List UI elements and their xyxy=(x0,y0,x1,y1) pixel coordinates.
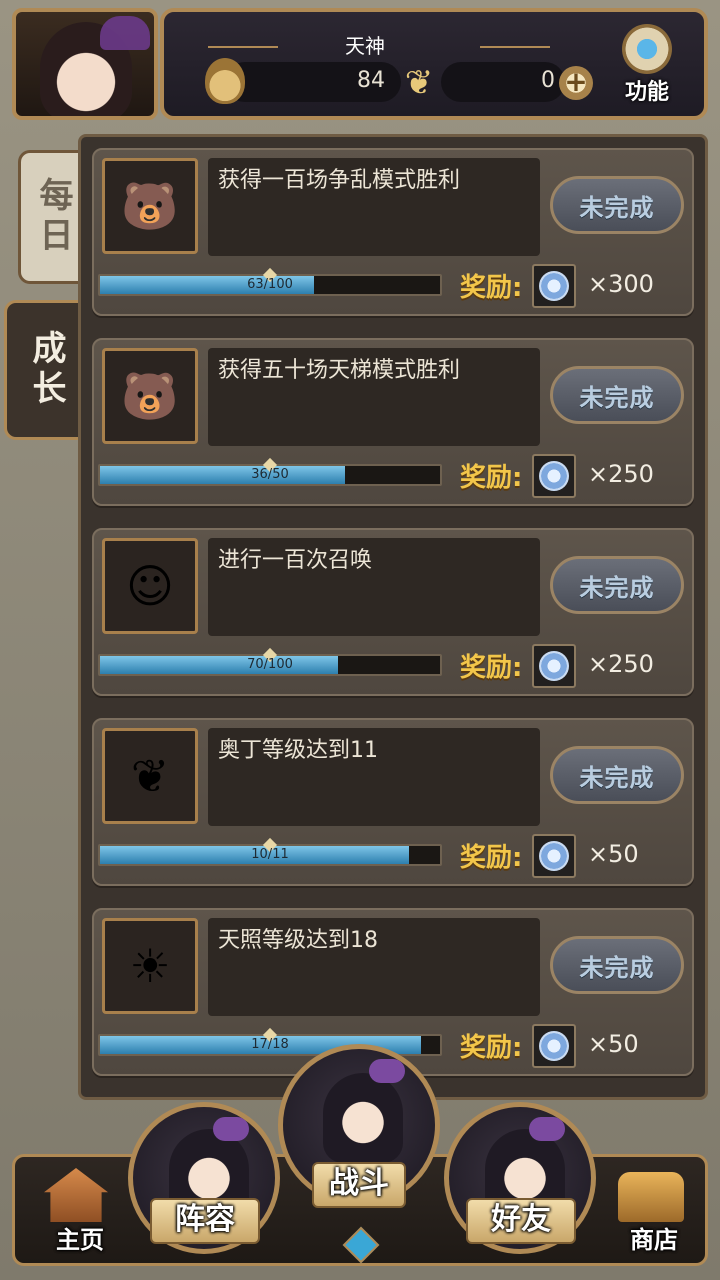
sun-creature-icon: ☀ xyxy=(102,918,198,1014)
quest-status-button[interactable]: 未完成 xyxy=(550,746,684,804)
quest-icon-glyph: ❦ xyxy=(130,749,170,803)
quest-reward-amount: ×300 xyxy=(588,270,654,298)
quest-description-box: 天照等级达到18 xyxy=(208,918,540,1016)
nav-shop-button[interactable]: 商店 xyxy=(604,1168,704,1268)
quest-reward-label: 奖励: xyxy=(460,273,523,303)
quest-description: 天照等级达到18 xyxy=(218,928,378,953)
three-bears-icon: 🐻 xyxy=(102,348,198,444)
quest-reward-label: 奖励: xyxy=(460,1033,523,1063)
quest-progress-bar: 70/100 xyxy=(98,647,442,676)
tab-growth[interactable]: 成长 xyxy=(4,300,86,440)
gear-icon xyxy=(622,24,672,74)
main-currency-value: 84 xyxy=(357,68,385,93)
quest-status-button[interactable]: 未完成 xyxy=(550,936,684,994)
quest-status-label: 未完成 xyxy=(579,573,655,602)
quest-progress-bar: 10/11 xyxy=(98,837,442,866)
header: 天神 84 ❦ 0 + 功能 xyxy=(0,0,720,130)
quest-status-label: 未完成 xyxy=(579,953,655,982)
quest-reward-label: 奖励: xyxy=(460,463,523,493)
quest-status-label: 未完成 xyxy=(579,383,655,412)
quest-description: 获得五十场天梯模式胜利 xyxy=(218,358,461,383)
quest-reward-label: 奖励: xyxy=(460,653,523,683)
house-icon xyxy=(44,1168,108,1222)
nav-friends-label[interactable]: 好友 xyxy=(466,1198,576,1244)
quest-description: 进行一百次召唤 xyxy=(218,548,373,573)
rank-divider-right xyxy=(480,46,550,48)
butterfly-icon: ❦ xyxy=(404,63,434,103)
currency-row: 84 ❦ 0 + xyxy=(205,58,605,104)
quest-description: 奥丁等级达到11 xyxy=(218,738,378,763)
quest-progress-bar: 63/100 xyxy=(98,267,442,296)
flame-coin-icon xyxy=(205,58,245,104)
quest-status-button[interactable]: 未完成 xyxy=(550,176,684,234)
quest-description: 获得一百场争乱模式胜利 xyxy=(218,168,461,193)
nav-battle-label[interactable]: 战斗 xyxy=(312,1162,406,1208)
quest-description-box: 进行一百次召唤 xyxy=(208,538,540,636)
team-bow xyxy=(213,1117,249,1141)
friends-bow xyxy=(529,1117,565,1141)
blue-coin-icon xyxy=(532,1024,576,1068)
nav-team-label[interactable]: 阵容 xyxy=(150,1198,260,1244)
quest-row: 🐻 获得一百场争乱模式胜利 未完成 63/100 奖励: ×300 xyxy=(92,148,694,316)
quest-reward-amount: ×50 xyxy=(588,840,639,868)
quest-progress-text: 63/100 xyxy=(247,277,293,292)
blue-coin-icon xyxy=(532,834,576,878)
nav-home-button[interactable]: 主页 xyxy=(30,1168,130,1268)
function-label: 功能 xyxy=(624,80,669,105)
quest-progress-text: 70/100 xyxy=(247,657,293,672)
blue-coin-icon xyxy=(532,644,576,688)
quest-row: ❦ 奥丁等级达到11 未完成 10/11 奖励: ×50 xyxy=(92,718,694,886)
treasure-chest-icon xyxy=(618,1172,684,1222)
quest-reward-amount: ×250 xyxy=(588,650,654,678)
quest-row: 🐻 获得五十场天梯模式胜利 未完成 36/50 奖励: ×250 xyxy=(92,338,694,506)
tab-daily[interactable]: 每日 xyxy=(18,150,86,284)
quest-progress-bar: 36/50 xyxy=(98,457,442,486)
quest-row: ☺ 进行一百次召唤 未完成 70/100 奖励: ×250 xyxy=(92,528,694,696)
quest-description-box: 奥丁等级达到11 xyxy=(208,728,540,826)
quest-reward-label: 奖励: xyxy=(460,843,523,873)
quest-progress-text: 10/11 xyxy=(251,847,289,862)
blue-coin-icon xyxy=(532,264,576,308)
quest-icon-glyph: ☀ xyxy=(129,939,171,993)
quest-icon-glyph: ☺ xyxy=(126,559,174,613)
quest-status-button[interactable]: 未完成 xyxy=(550,366,684,424)
nav-home-label: 主页 xyxy=(56,1226,104,1254)
battle-bow xyxy=(369,1059,405,1083)
plus-icon[interactable]: + xyxy=(559,66,593,100)
blue-coin-icon xyxy=(532,454,576,498)
secondary-currency-value: 0 xyxy=(541,68,555,93)
quest-progress-text: 36/50 xyxy=(251,467,289,482)
battle-chibi-icon xyxy=(323,1073,403,1163)
player-avatar[interactable] xyxy=(12,8,158,120)
quest-status-button[interactable]: 未完成 xyxy=(550,556,684,614)
quest-icon-glyph: 🐻 xyxy=(121,179,179,233)
quest-status-label: 未完成 xyxy=(579,763,655,792)
quest-status-label: 未完成 xyxy=(579,193,655,222)
chibi-bears-icon: 🐻 xyxy=(102,158,198,254)
quest-description-box: 获得五十场天梯模式胜利 xyxy=(208,348,540,446)
function-button[interactable]: 功能 xyxy=(612,24,682,108)
quest-description-box: 获得一百场争乱模式胜利 xyxy=(208,158,540,256)
quest-reward-amount: ×250 xyxy=(588,460,654,488)
golden-wings-icon: ❦ xyxy=(102,728,198,824)
nav-shop-label: 商店 xyxy=(630,1226,678,1254)
quest-icon-glyph: 🐻 xyxy=(121,369,179,423)
chibi-summon-icon: ☺ xyxy=(102,538,198,634)
avatar-bow xyxy=(100,16,150,50)
quest-reward-amount: ×50 xyxy=(588,1030,639,1058)
